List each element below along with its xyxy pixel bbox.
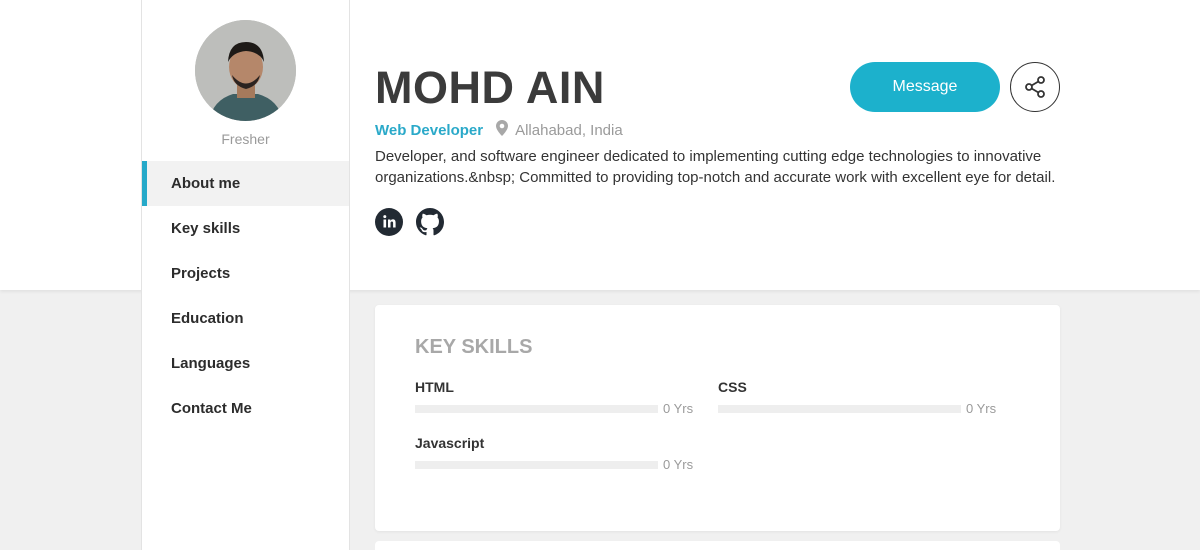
skill-years: 0 Yrs [663, 401, 694, 416]
skill-name: Javascript [415, 435, 485, 451]
profile-name: MOHD AIN [375, 62, 605, 113]
sidebar-item-projects[interactable]: Projects [142, 251, 349, 296]
social-links [375, 208, 444, 236]
profile-role: Web Developer [375, 121, 484, 139]
sidebar: Fresher About me Key skills Projects Edu… [141, 0, 350, 550]
skill-item: HTML 0 Yrs [415, 379, 695, 416]
avatar-caption: Fresher [221, 131, 270, 147]
share-icon [1025, 76, 1045, 98]
linkedin-icon[interactable] [375, 208, 403, 236]
sidebar-nav: About me Key skills Projects Education L… [142, 161, 349, 431]
sidebar-item-languages[interactable]: Languages [142, 341, 349, 386]
sidebar-item-education[interactable]: Education [142, 296, 349, 341]
skill-name: HTML [415, 379, 454, 395]
skill-progress-bar [718, 404, 961, 413]
share-button[interactable] [1010, 62, 1060, 112]
avatar-photo [195, 20, 296, 121]
profile-location: Allahabad, India [515, 121, 623, 139]
github-icon[interactable] [416, 208, 444, 236]
profile-bio: Developer, and software engineer dedicat… [375, 148, 1056, 186]
role-location-line: Web Developer Allahabad, India [375, 120, 623, 140]
location-pin-icon [496, 120, 509, 140]
skill-years: 0 Yrs [663, 457, 694, 472]
skill-item: CSS 0 Yrs [718, 379, 998, 416]
sidebar-item-key-skills[interactable]: Key skills [142, 206, 349, 251]
key-skills-card: KEY SKILLS HTML 0 Yrs CSS 0 Yrs Javascri… [375, 305, 1060, 531]
skill-progress-bar [415, 460, 658, 469]
skill-years: 0 Yrs [966, 401, 997, 416]
key-skills-title: KEY SKILLS [415, 336, 533, 358]
sidebar-item-about-me[interactable]: About me [142, 161, 349, 206]
message-button[interactable]: Message [850, 62, 1000, 112]
next-section-card [375, 541, 1060, 550]
skill-progress-bar [415, 404, 658, 413]
avatar [195, 20, 296, 121]
sidebar-item-contact-me[interactable]: Contact Me [142, 386, 349, 431]
skill-name: CSS [718, 379, 747, 395]
skill-item: Javascript 0 Yrs [415, 435, 695, 472]
